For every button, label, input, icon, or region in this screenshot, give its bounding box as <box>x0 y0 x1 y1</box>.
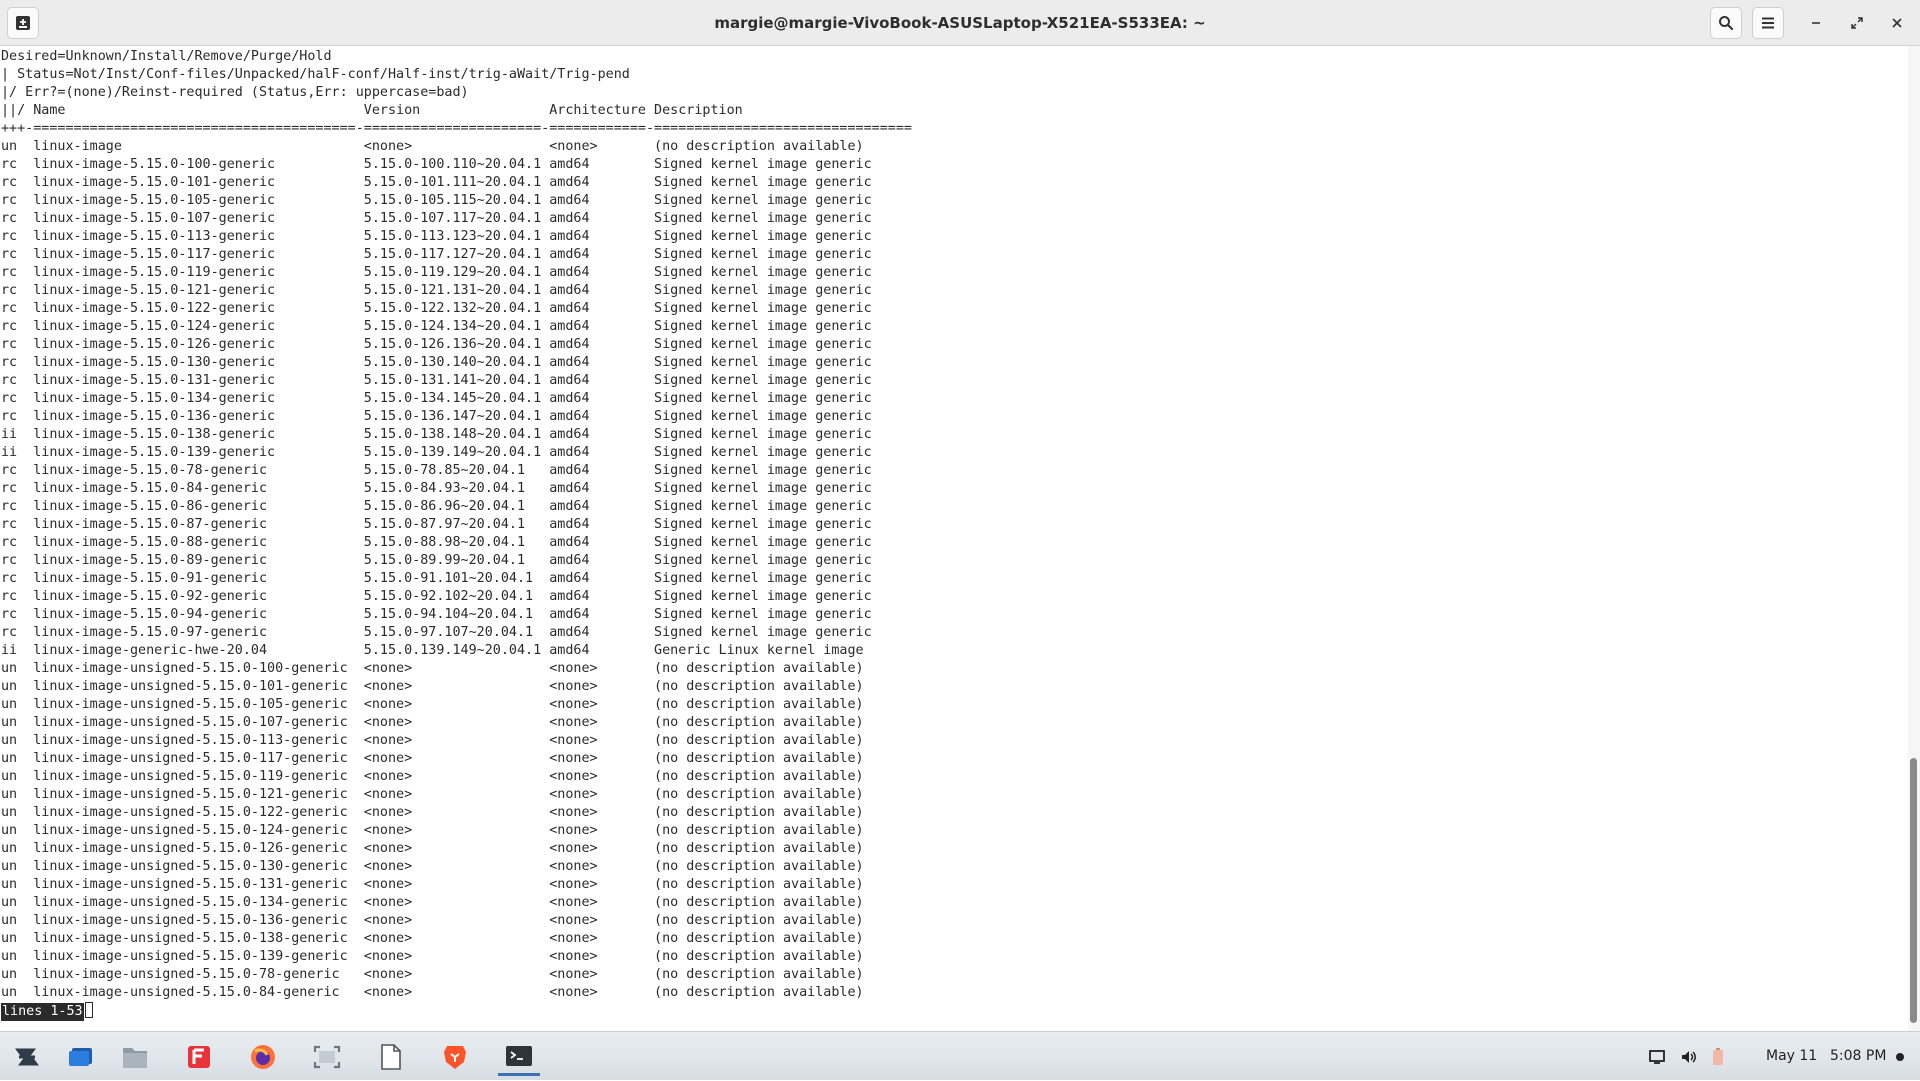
volume-icon[interactable] <box>1680 1049 1698 1065</box>
terminal-line: rc linux-image-5.15.0-130-generic 5.15.0… <box>1 355 872 370</box>
window-title: margie@margie-VivoBook-ASUSLaptop-X521EA… <box>714 14 1206 32</box>
terminal-cursor <box>84 1002 93 1018</box>
terminal-line: Desired=Unknown/Install/Remove/Purge/Hol… <box>1 49 332 64</box>
terminal-line: un linux-image-unsigned-5.15.0-139-gener… <box>1 949 864 964</box>
terminal-line: rc linux-image-5.15.0-97-generic 5.15.0-… <box>1 625 872 640</box>
pager-status-line: lines 1-53 <box>1 1002 912 1021</box>
hamburger-menu-icon <box>1762 17 1774 29</box>
window-titlebar[interactable]: margie@margie-VivoBook-ASUSLaptop-X521EA… <box>0 0 1920 46</box>
terminal-line: rc linux-image-5.15.0-122-generic 5.15.0… <box>1 301 872 316</box>
terminal-line: ||/ Name Version Architecture Descriptio… <box>1 103 743 118</box>
restore-button[interactable] <box>1841 7 1873 39</box>
menu-button[interactable] <box>1752 7 1784 39</box>
minimize-icon <box>1812 22 1820 24</box>
terminal-line: rc linux-image-5.15.0-87-generic 5.15.0-… <box>1 517 872 532</box>
terminal-line: un linux-image-unsigned-5.15.0-119-gener… <box>1 769 864 784</box>
clock-date[interactable]: May 11 <box>1766 1032 1817 1081</box>
terminal-line: rc linux-image-5.15.0-134-generic 5.15.0… <box>1 391 872 406</box>
terminal-line: un linux-image-unsigned-5.15.0-136-gener… <box>1 913 864 928</box>
terminal-line: un linux-image-unsigned-5.15.0-107-gener… <box>1 715 864 730</box>
pager-prompt: lines 1-53 <box>1 1003 84 1021</box>
terminal-line: |/ Err?=(none)/Reinst-required (Status,E… <box>1 85 469 100</box>
terminal-line: rc linux-image-5.15.0-94-generic 5.15.0-… <box>1 607 872 622</box>
flathub-store-button[interactable] <box>178 1038 220 1076</box>
terminal-output: Desired=Unknown/Install/Remove/Purge/Hol… <box>1 48 912 1021</box>
text-editor-icon <box>381 1044 401 1070</box>
terminal-line: ii linux-image-generic-hwe-20.04 5.15.0.… <box>1 643 864 658</box>
terminal-line: rc linux-image-5.15.0-113-generic 5.15.0… <box>1 229 872 244</box>
terminal-line: rc linux-image-5.15.0-89-generic 5.15.0-… <box>1 553 872 568</box>
files-icon <box>123 1048 147 1068</box>
terminal-line: rc linux-image-5.15.0-100-generic 5.15.0… <box>1 157 872 172</box>
terminal-line: rc linux-image-5.15.0-84-generic 5.15.0-… <box>1 481 872 496</box>
terminal-line: un linux-image-unsigned-5.15.0-130-gener… <box>1 859 864 874</box>
terminal-line: rc linux-image-5.15.0-117-generic 5.15.0… <box>1 247 872 262</box>
terminal-line: rc linux-image-5.15.0-88-generic 5.15.0-… <box>1 535 872 550</box>
clock-time[interactable]: 5:08 PM <box>1830 1032 1886 1081</box>
terminal-line: rc linux-image-5.15.0-91-generic 5.15.0-… <box>1 571 872 586</box>
terminal-line: un linux-image-unsigned-5.15.0-84-generi… <box>1 985 864 1000</box>
terminal-line: rc linux-image-5.15.0-121-generic 5.15.0… <box>1 283 872 298</box>
restore-icon <box>1851 17 1863 29</box>
minimize-button[interactable] <box>1800 7 1832 39</box>
terminal-button[interactable] <box>498 1038 540 1076</box>
terminal-view[interactable]: Desired=Unknown/Install/Remove/Purge/Hol… <box>0 46 1908 1031</box>
terminal-line: | Status=Not/Inst/Conf-files/Unpacked/ha… <box>1 67 630 82</box>
close-button[interactable] <box>1881 7 1913 39</box>
battery-icon[interactable] <box>1712 1047 1724 1066</box>
brave-browser-icon <box>444 1046 466 1069</box>
terminal-line: un linux-image-unsigned-5.15.0-100-gener… <box>1 661 864 676</box>
workspaces-icon <box>69 1048 92 1066</box>
notification-dot[interactable] <box>1896 1053 1904 1061</box>
terminal-line: rc linux-image-5.15.0-131-generic 5.15.0… <box>1 373 872 388</box>
terminal-line: un linux-image-unsigned-5.15.0-138-gener… <box>1 931 864 946</box>
brave-browser-button[interactable] <box>434 1038 476 1076</box>
terminal-line: un linux-image-unsigned-5.15.0-131-gener… <box>1 877 864 892</box>
terminal-line: rc linux-image-5.15.0-136-generic 5.15.0… <box>1 409 872 424</box>
flathub-store-icon <box>188 1046 210 1068</box>
terminal-line: un linux-image-unsigned-5.15.0-122-gener… <box>1 805 864 820</box>
terminal-line: un linux-image-unsigned-5.15.0-124-gener… <box>1 823 864 838</box>
terminal-line: un linux-image-unsigned-5.15.0-101-gener… <box>1 679 864 694</box>
zorin-menu-icon <box>15 1048 39 1066</box>
terminal-line: un linux-image-unsigned-5.15.0-121-gener… <box>1 787 864 802</box>
terminal-line: rc linux-image-5.15.0-124-generic 5.15.0… <box>1 319 872 334</box>
terminal-line: +++-====================================… <box>1 121 912 136</box>
terminal-line: rc linux-image-5.15.0-101-generic 5.15.0… <box>1 175 872 190</box>
terminal-icon <box>506 1045 532 1066</box>
taskbar: May 11 5:08 PM <box>0 1031 1920 1080</box>
terminal-line: un linux-image-unsigned-5.15.0-105-gener… <box>1 697 864 712</box>
terminal-line: rc linux-image-5.15.0-78-generic 5.15.0-… <box>1 463 872 478</box>
terminal-line: rc linux-image-5.15.0-119-generic 5.15.0… <box>1 265 872 280</box>
files-button[interactable] <box>114 1038 156 1076</box>
screenshot-icon <box>313 1045 341 1069</box>
terminal-line: rc linux-image-5.15.0-86-generic 5.15.0-… <box>1 499 872 514</box>
terminal-line: rc linux-image-5.15.0-92-generic 5.15.0-… <box>1 589 872 604</box>
terminal-line: un linux-image-unsigned-5.15.0-78-generi… <box>1 967 864 982</box>
terminal-scrollbar[interactable] <box>1908 46 1920 1031</box>
terminal-line: rc linux-image-5.15.0-105-generic 5.15.0… <box>1 193 872 208</box>
zorin-menu-button[interactable] <box>6 1038 48 1076</box>
firefox-button[interactable] <box>242 1038 284 1076</box>
terminal-line: un linux-image-unsigned-5.15.0-117-gener… <box>1 751 864 766</box>
terminal-line: rc linux-image-5.15.0-107-generic 5.15.0… <box>1 211 872 226</box>
screenshot-button[interactable] <box>306 1038 348 1076</box>
display-icon[interactable] <box>1648 1049 1666 1065</box>
workspaces-button[interactable] <box>60 1038 102 1076</box>
terminal-line: rc linux-image-5.15.0-126-generic 5.15.0… <box>1 337 872 352</box>
firefox-icon <box>251 1045 275 1069</box>
search-icon <box>1719 16 1734 31</box>
close-icon <box>1892 18 1902 28</box>
scrollbar-thumb[interactable] <box>1910 758 1917 1023</box>
terminal-line: un linux-image-unsigned-5.15.0-134-gener… <box>1 895 864 910</box>
terminal-line: un linux-image-unsigned-5.15.0-113-gener… <box>1 733 864 748</box>
terminal-line: ii linux-image-5.15.0-139-generic 5.15.0… <box>1 445 872 460</box>
terminal-line: un linux-image <none> <none> (no descrip… <box>1 139 864 154</box>
system-tray[interactable] <box>1648 1032 1724 1081</box>
text-editor-button[interactable] <box>370 1038 412 1076</box>
terminal-line: un linux-image-unsigned-5.15.0-126-gener… <box>1 841 864 856</box>
terminal-line: ii linux-image-5.15.0-138-generic 5.15.0… <box>1 427 872 442</box>
search-button[interactable] <box>1710 7 1742 39</box>
